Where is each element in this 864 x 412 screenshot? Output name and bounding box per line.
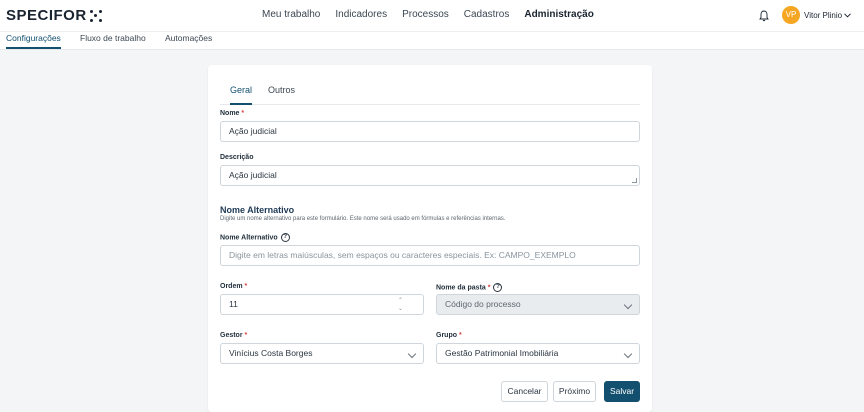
nav-meu-trabalho[interactable]: Meu trabalho [262, 9, 320, 20]
grupo-value: Gestão Patrimonial Imobiliária [445, 348, 559, 358]
tab-geral[interactable]: Geral [230, 85, 253, 105]
nome-alternativo-input[interactable]: Digite em letras maiúsculas, sem espaços… [220, 245, 640, 266]
tab-outros[interactable]: Outros [268, 85, 295, 103]
gestor-label: Gestor * [220, 332, 248, 339]
gestor-value: Vinícius Costa Borges [229, 348, 313, 358]
descricao-label: Descrição [220, 154, 254, 161]
cancel-button[interactable]: Cancelar [501, 381, 548, 402]
alt-section-description: Digite um nome alternativo para este for… [220, 216, 506, 222]
bell-icon[interactable] [759, 10, 769, 22]
help-icon[interactable]: ? [493, 283, 503, 292]
nome-pasta-label: Nome da pasta *? [436, 283, 503, 292]
chevron-down-icon [407, 349, 417, 359]
nome-label: Nome * [220, 110, 245, 117]
nav-cadastros[interactable]: Cadastros [464, 9, 510, 20]
nome-input[interactable]: Ação judicial [220, 121, 640, 142]
chevron-down-icon [844, 13, 851, 18]
nome-pasta-select: Código do processo [436, 294, 640, 315]
grupo-label: Grupo * [436, 332, 462, 339]
ordem-value: 11 [229, 299, 238, 309]
ordem-number-input[interactable]: 11 ⌃ ⌄ [220, 294, 424, 315]
top-navigation-bar: SPECIFOR Meu trabalho Indicadores Proces… [0, 0, 864, 32]
nav-processos[interactable]: Processos [402, 9, 449, 20]
logo-dots-icon [89, 9, 102, 22]
save-button[interactable]: Salvar [604, 381, 640, 402]
resize-handle-icon[interactable] [632, 178, 637, 183]
tab-automacoes[interactable]: Automações [165, 33, 212, 47]
chevron-down-icon [623, 349, 633, 359]
main-navigation: Meu trabalho Indicadores Processos Cadas… [262, 9, 594, 20]
grupo-select[interactable]: Gestão Patrimonial Imobiliária [436, 343, 640, 364]
sub-navigation: Configurações Fluxo de trabalho Automaçõ… [0, 32, 864, 50]
nome-alternativo-label: Nome Alternativo? [220, 233, 290, 242]
form-card: Geral Outros Nome * Ação judicial Descri… [208, 65, 652, 412]
next-button[interactable]: Próximo [553, 381, 596, 402]
form-tabs: Geral Outros [220, 83, 640, 105]
user-menu[interactable]: Vitor Plinio [804, 11, 851, 20]
brand-name: SPECIFOR [6, 7, 87, 24]
tab-configuracoes[interactable]: Configurações [6, 33, 61, 49]
descricao-textarea[interactable]: Ação judicial [220, 165, 640, 186]
gestor-select[interactable]: Vinícius Costa Borges [220, 343, 424, 364]
help-icon[interactable]: ? [280, 233, 290, 242]
avatar[interactable]: VP [782, 6, 800, 24]
nav-indicadores[interactable]: Indicadores [335, 9, 387, 20]
nav-administracao[interactable]: Administração [524, 9, 593, 20]
user-name: Vitor Plinio [804, 11, 843, 20]
brand-logo[interactable]: SPECIFOR [6, 7, 102, 24]
alt-section-title: Nome Alternativo [220, 205, 295, 215]
chevron-down-icon [623, 300, 633, 310]
ordem-label: Ordem * [220, 283, 248, 290]
tab-fluxo-de-trabalho[interactable]: Fluxo de trabalho [80, 33, 146, 47]
descricao-value: Ação judicial [229, 170, 277, 180]
nome-pasta-value: Código do processo [445, 299, 521, 309]
number-spinner-icon[interactable]: ⌃ ⌄ [398, 297, 403, 313]
